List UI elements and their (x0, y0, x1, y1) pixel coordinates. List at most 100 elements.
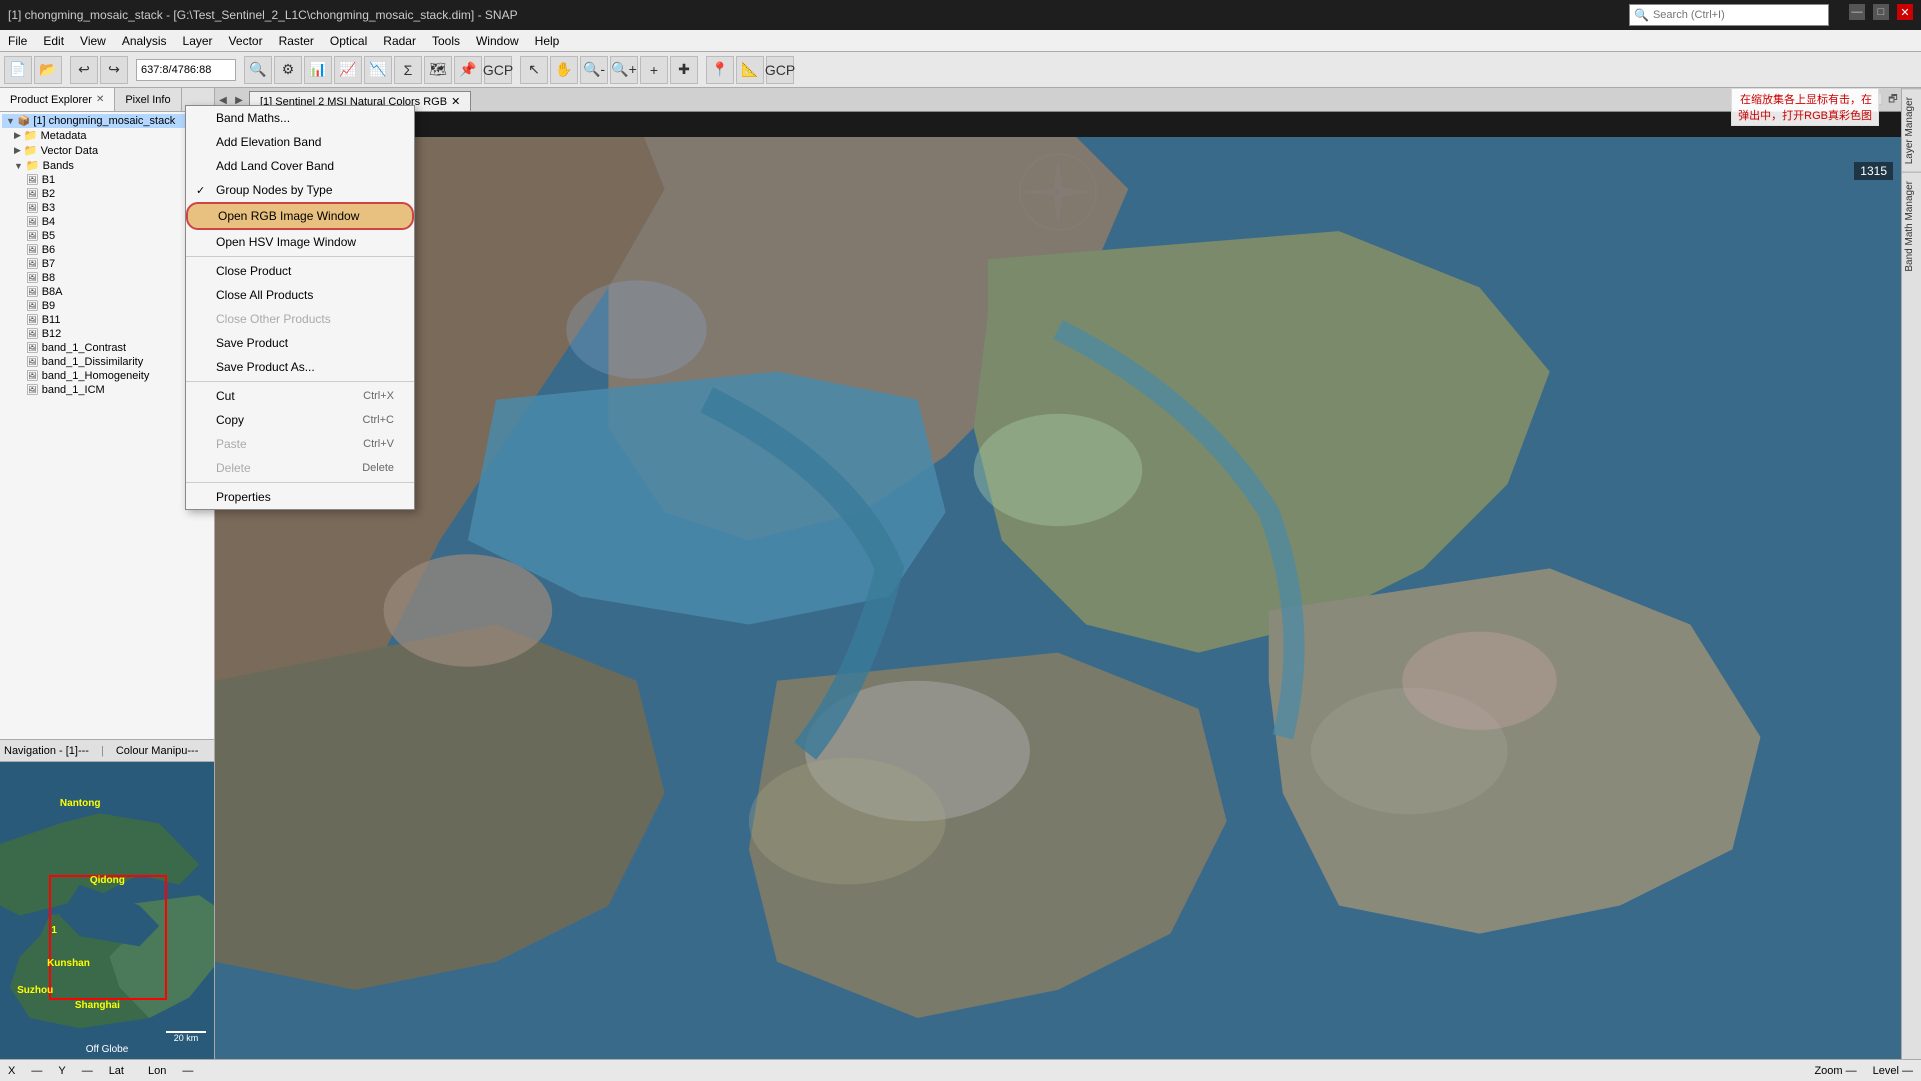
tree-vector-data[interactable]: ▶ 📁 Vector Data (2, 143, 212, 158)
tree-band-b4[interactable]: 🖼 B4 (2, 215, 212, 229)
ctx-add-land-cover-band[interactable]: Add Land Cover Band (186, 154, 414, 178)
tb-pin[interactable]: 📍 (706, 56, 734, 84)
tree-band-b8a[interactable]: 🖼 B8A (2, 285, 212, 299)
colour-manip-label: Colour Manipu--- (116, 745, 199, 757)
new-button[interactable]: 📄 (4, 56, 32, 84)
chinese-text: 在缩放集各上显标有击，在 (1740, 94, 1872, 106)
tb-tool7[interactable]: 🗺 (424, 56, 452, 84)
tb-tool4[interactable]: 📈 (334, 56, 362, 84)
coord-display[interactable] (136, 59, 236, 81)
sidebar-layer-manager[interactable]: Layer Manager (1902, 88, 1921, 172)
tree-band-contrast[interactable]: 🖼 band_1_Contrast (2, 341, 212, 355)
tab-pixel-info[interactable]: Pixel Info (115, 88, 181, 111)
tb-tool5[interactable]: 📉 (364, 56, 392, 84)
tb-hand[interactable]: ✋ (550, 56, 578, 84)
tree-metadata[interactable]: ▶ 📁 Metadata (2, 128, 212, 143)
tree-band-homogeneity[interactable]: 🖼 band_1_Homogeneity (2, 369, 212, 383)
status-lat-label: Lat (109, 1065, 124, 1077)
menu-edit[interactable]: Edit (35, 32, 72, 50)
tab-product-explorer[interactable]: Product Explorer ✕ (0, 88, 115, 111)
b2-icon: 🖼 (26, 189, 39, 200)
maximize-button[interactable]: □ (1873, 4, 1889, 20)
root-expand-icon: ▼ (6, 116, 15, 126)
ctx-close-all-products[interactable]: Close All Products (186, 283, 414, 307)
close-button[interactable]: ✕ (1897, 4, 1913, 20)
ctx-paste-label: Paste (216, 437, 247, 451)
tb-zoom-in[interactable]: 🔍+ (610, 56, 638, 84)
contrast-icon: 🖼 (26, 343, 39, 354)
ctx-close-other-label: Close Other Products (216, 312, 331, 326)
tree-band-b3[interactable]: 🖼 B3 (2, 201, 212, 215)
menu-optical[interactable]: Optical (322, 32, 375, 50)
b5-icon: 🖼 (26, 231, 39, 242)
tree-band-b11[interactable]: 🖼 B11 (2, 313, 212, 327)
undo-button[interactable]: ↩ (70, 56, 98, 84)
tb-plus[interactable]: + (640, 56, 668, 84)
tree-band-b1[interactable]: 🖼 B1 (2, 173, 212, 187)
tb-gcp2[interactable]: GCP (766, 56, 794, 84)
menu-analysis[interactable]: Analysis (114, 32, 175, 50)
tree-b7-label: B7 (42, 258, 55, 270)
search-icon: 🔍 (1634, 8, 1649, 22)
tree-band-b8[interactable]: 🖼 B8 (2, 271, 212, 285)
vector-expand-icon: ▶ (14, 145, 21, 156)
tree-band-b7[interactable]: 🖼 B7 (2, 257, 212, 271)
tb-select[interactable]: ↖ (520, 56, 548, 84)
tree-bands-folder[interactable]: ▼ 📁 Bands (2, 158, 212, 173)
tab-restore-icon[interactable]: 🗗 (1885, 89, 1901, 111)
menu-raster[interactable]: Raster (271, 32, 322, 50)
tab-rgb-close-icon[interactable]: ✕ (451, 95, 460, 108)
tab-product-explorer-close[interactable]: ✕ (96, 94, 104, 105)
ctx-properties[interactable]: Properties (186, 485, 414, 509)
tree-band-b2[interactable]: 🖼 B2 (2, 187, 212, 201)
tb-tool2[interactable]: ⚙ (274, 56, 302, 84)
tb-tool1[interactable]: 🔍 (244, 56, 272, 84)
tree-band-dissimilarity[interactable]: 🖼 band_1_Dissimilarity (2, 355, 212, 369)
search-input[interactable] (1653, 9, 1803, 21)
minimize-button[interactable]: — (1849, 4, 1865, 20)
sidebar-band-math[interactable]: Band Math Manager (1902, 172, 1921, 280)
menu-file[interactable]: File (0, 32, 35, 50)
ctx-copy[interactable]: Copy Ctrl+C (186, 408, 414, 432)
tb-tool3[interactable]: 📊 (304, 56, 332, 84)
image-area[interactable]: 1315 (215, 112, 1901, 1059)
open-button[interactable]: 📂 (34, 56, 62, 84)
ctx-band-maths[interactable]: Band Maths... (186, 106, 414, 130)
menu-vector[interactable]: Vector (221, 32, 271, 50)
tree-band-b5[interactable]: 🖼 B5 (2, 229, 212, 243)
tree-dissimilarity-label: band_1_Dissimilarity (42, 356, 144, 368)
menu-bar: File Edit View Analysis Layer Vector Ras… (0, 30, 1921, 52)
ctx-cut[interactable]: Cut Ctrl+X (186, 384, 414, 408)
tb-tool8[interactable]: 📌 (454, 56, 482, 84)
menu-tools[interactable]: Tools (424, 32, 468, 50)
tree-band-b9[interactable]: 🖼 B9 (2, 299, 212, 313)
ctx-paste-shortcut: Ctrl+V (363, 438, 394, 450)
tb-tool6[interactable]: Σ (394, 56, 422, 84)
ctx-close-product[interactable]: Close Product (186, 259, 414, 283)
ctx-add-elevation-band[interactable]: Add Elevation Band (186, 130, 414, 154)
tree-band-icm[interactable]: 🖼 band_1_ICM (2, 383, 212, 397)
ctx-group-nodes[interactable]: ✓ Group Nodes by Type (186, 178, 414, 202)
ctx-open-hsv-window[interactable]: Open HSV Image Window (186, 230, 414, 254)
tree-root[interactable]: ▼ 📦 [1] chongming_mosaic_stack (2, 114, 212, 128)
b3-icon: 🖼 (26, 203, 39, 214)
b8-icon: 🖼 (26, 273, 39, 284)
tb-zoom-out[interactable]: 🔍- (580, 56, 608, 84)
ctx-save-product-as[interactable]: Save Product As... (186, 355, 414, 379)
tree-band-b12[interactable]: 🖼 B12 (2, 327, 212, 341)
tb-range[interactable]: 📐 (736, 56, 764, 84)
tree-band-b6[interactable]: 🖼 B6 (2, 243, 212, 257)
ctx-save-product[interactable]: Save Product (186, 331, 414, 355)
menu-window[interactable]: Window (468, 32, 527, 50)
image-tabs: ◀ ▶ [1] Sentinel 2 MSI Natural Colors RG… (215, 88, 1901, 112)
menu-layer[interactable]: Layer (175, 32, 221, 50)
ctx-open-rgb-window[interactable]: Open RGB Image Window (186, 202, 414, 230)
menu-radar[interactable]: Radar (375, 32, 424, 50)
menu-help[interactable]: Help (527, 32, 568, 50)
redo-button[interactable]: ↪ (100, 56, 128, 84)
tb-cross[interactable]: ✚ (670, 56, 698, 84)
menu-view[interactable]: View (72, 32, 114, 50)
metadata-expand-icon: ▶ (14, 130, 21, 141)
tb-tool9[interactable]: GCP (484, 56, 512, 84)
nav-header: Navigation - [1]--- | Colour Manipu--- (0, 740, 214, 762)
